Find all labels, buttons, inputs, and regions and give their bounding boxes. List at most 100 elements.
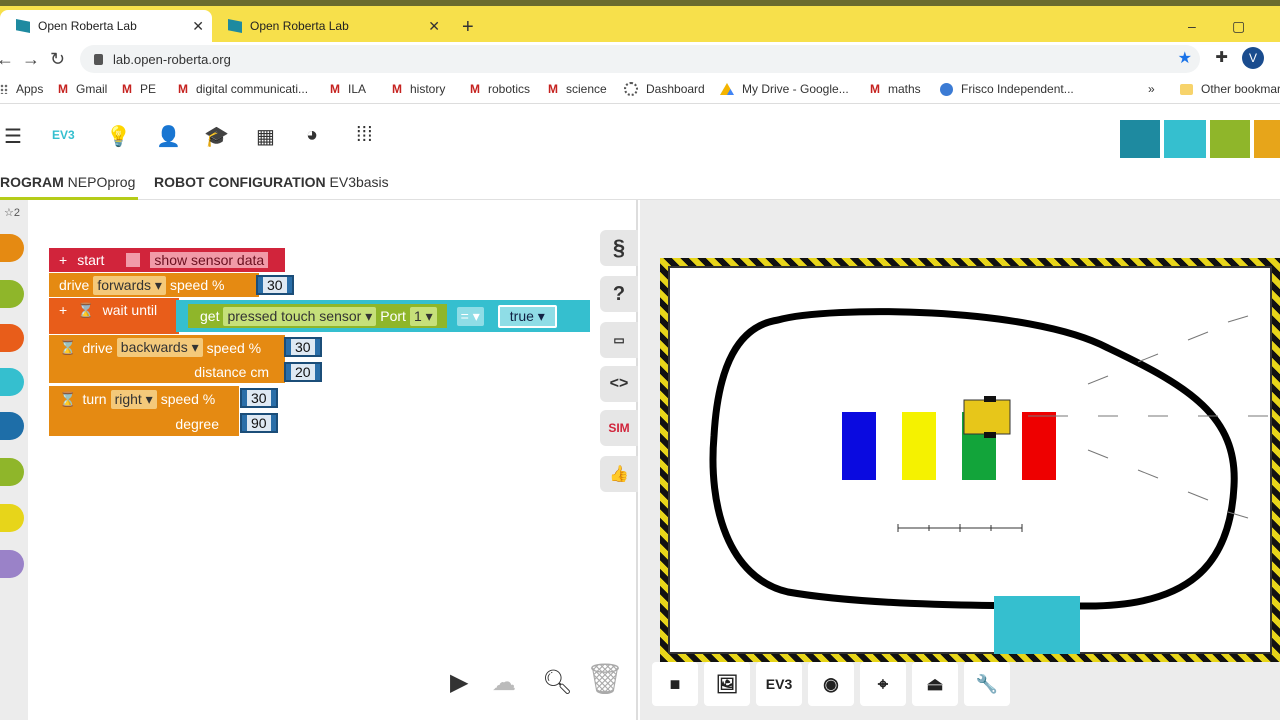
zoom-search-icon[interactable]: 🔍︎ <box>542 668 572 697</box>
plus-icon[interactable]: + <box>59 302 67 318</box>
drive-backwards-block[interactable]: ⌛ drive backwards ▾ speed % distance cm <box>49 335 285 383</box>
speed-value-input[interactable]: 30 <box>256 275 294 295</box>
toolbox-category-math[interactable] <box>0 412 24 440</box>
apps-dots-icon[interactable]: ⁞⁞⁞ <box>356 124 373 147</box>
upload-scene-icon[interactable]: ⏏ <box>912 662 958 706</box>
bookmark-history[interactable]: Mhistory <box>392 82 445 96</box>
reload-icon[interactable]: ↻ <box>50 49 65 70</box>
degree-value-input[interactable]: 90 <box>240 413 278 433</box>
language-globe-icon[interactable]: ◕ <box>306 124 318 147</box>
url-text: lab.open-roberta.org <box>113 51 231 67</box>
robot-ev3-button[interactable]: EV3 <box>756 662 802 706</box>
browser-tab-bar: Open Roberta Lab ✕ Open Roberta Lab ✕ + … <box>0 6 1280 42</box>
gmail-icon: M <box>330 82 340 96</box>
profile-avatar[interactable]: V <box>1242 47 1264 69</box>
tab-title: Open Roberta Lab <box>38 19 137 33</box>
plus-icon[interactable]: + <box>59 252 67 268</box>
distance-value-input[interactable]: 20 <box>284 362 322 382</box>
source-code-icon[interactable]: <> <box>600 366 638 402</box>
code-export-icon[interactable]: § <box>600 230 638 266</box>
grid-icon[interactable]: ▦ <box>256 124 275 149</box>
tab-program[interactable]: ROGRAM NEPOprog <box>0 174 135 190</box>
gallery-cap-icon[interactable]: 🎓 <box>204 124 229 149</box>
speed-value-input[interactable]: 30 <box>240 388 278 408</box>
close-tab-icon[interactable]: ✕ <box>192 18 204 35</box>
bookmark-pe[interactable]: M PE <box>122 82 156 96</box>
robot-wheel <box>984 432 996 438</box>
yellow-block <box>902 412 936 480</box>
background-image-icon[interactable]: 🖼 <box>704 662 750 706</box>
google-drive-icon <box>720 83 734 95</box>
bookmark-my-drive[interactable]: My Drive - Google... <box>720 82 849 96</box>
close-tab-icon[interactable]: ✕ <box>428 18 440 35</box>
gmail-icon: M <box>58 82 68 96</box>
bookmark-frisco[interactable]: Frisco Independent... <box>940 82 1074 96</box>
toolbox-category-sensors[interactable] <box>0 280 24 308</box>
bookmark-gmail[interactable]: M Gmail <box>58 82 107 96</box>
sensor-values-icon[interactable]: ◉ <box>808 662 854 706</box>
app-toolbar: ☰ EV3 💡 👤 🎓 ▦ ◕ ⁞⁞⁞ <box>0 108 1280 164</box>
bookmark-digital[interactable]: Mdigital communicati... <box>178 82 308 96</box>
robot-position-icon[interactable]: ⌖ <box>860 662 906 706</box>
new-tab-icon[interactable]: + <box>462 16 474 39</box>
feedback-icon[interactable]: 👍 <box>600 456 638 492</box>
toolbox-category-colours[interactable] <box>0 504 24 532</box>
legal-info-icon[interactable]: ▭ <box>600 322 638 358</box>
bookmark-apps[interactable]: Apps <box>0 82 43 96</box>
boolean-dropdown[interactable]: true ▾ <box>497 304 557 328</box>
bookmark-science[interactable]: Mscience <box>548 82 607 96</box>
gmail-icon: M <box>470 82 480 96</box>
wait-until-block[interactable]: + ⌛ wait until <box>49 298 179 334</box>
bookmarks-overflow[interactable]: » <box>1148 82 1155 96</box>
turn-block[interactable]: ⌛ turn right ▾ speed % degree <box>49 386 239 436</box>
operator-dropdown[interactable]: = ▾ <box>456 306 484 326</box>
maximize-icon[interactable]: ▢ <box>1232 18 1245 35</box>
start-block[interactable]: + start show sensor data <box>49 248 285 272</box>
program-menu-icon[interactable]: ☰ <box>4 124 22 149</box>
bookmark-dashboard[interactable]: Dashboard <box>624 82 705 96</box>
bookmark-robotics[interactable]: Mrobotics <box>470 82 530 96</box>
bookmark-star-icon[interactable]: ★ <box>1178 48 1192 68</box>
bookmark-maths[interactable]: Mmaths <box>870 82 921 96</box>
roberta-favicon-icon <box>16 19 30 33</box>
sensor-mode-dropdown[interactable]: pressed touch sensor ▾ <box>223 306 377 326</box>
help-bulb-icon[interactable]: 💡 <box>106 124 131 149</box>
parking-zone <box>994 596 1080 654</box>
toolbox-level-badge[interactable]: ☆2 <box>4 206 20 219</box>
help-icon[interactable]: ? <box>600 276 638 312</box>
bookmark-ila[interactable]: M ILA <box>330 82 366 96</box>
back-icon[interactable]: ← <box>0 49 14 70</box>
get-sensor-block[interactable]: get pressed touch sensor ▾ Port 1 ▾ <box>188 304 447 328</box>
browser-tab-1[interactable]: Open Roberta Lab ✕ <box>0 10 212 42</box>
minimize-icon[interactable]: – <box>1188 18 1196 34</box>
port-dropdown[interactable]: 1 ▾ <box>409 306 437 326</box>
sim-button[interactable]: SIM <box>600 410 638 446</box>
trash-icon[interactable]: 🗑 <box>586 662 624 697</box>
extensions-icon[interactable]: ✚ <box>1215 48 1228 66</box>
bookmark-other[interactable]: Other bookmarks <box>1180 82 1280 96</box>
save-cloud-icon[interactable]: ☁ <box>492 668 516 697</box>
drive-forwards-block[interactable]: drive forwards ▾ speed % <box>49 273 259 297</box>
debug-wrench-icon[interactable]: 🔧 <box>964 662 1010 706</box>
toolbox-category-text[interactable] <box>0 458 24 486</box>
speed-value-input[interactable]: 30 <box>284 337 322 357</box>
forward-icon[interactable]: → <box>22 49 40 70</box>
compare-block[interactable]: get pressed touch sensor ▾ Port 1 ▾ = ▾ … <box>176 300 590 332</box>
tab-robot-configuration[interactable]: ROBOT CONFIGURATION EV3basis <box>154 174 389 190</box>
turn-direction-dropdown[interactable]: right ▾ <box>110 389 157 409</box>
url-input[interactable]: lab.open-roberta.org <box>80 45 1200 73</box>
run-program-icon[interactable]: ▶ <box>450 668 468 697</box>
stop-icon[interactable]: ■ <box>652 662 698 706</box>
user-icon[interactable]: 👤 <box>156 124 181 149</box>
browser-tab-2[interactable]: Open Roberta Lab ✕ <box>212 10 448 42</box>
toolbox-category-logic[interactable] <box>0 368 24 396</box>
toolbox-category-action[interactable] <box>0 234 24 262</box>
show-sensor-checkbox[interactable] <box>126 253 141 267</box>
direction-dropdown[interactable]: forwards ▾ <box>93 275 166 295</box>
toolbox-category-variables[interactable] <box>0 550 24 578</box>
direction-dropdown[interactable]: backwards ▾ <box>116 338 203 358</box>
red-block <box>1022 412 1056 480</box>
robot-ev3-icon[interactable]: EV3 <box>52 128 75 142</box>
blockly-workspace[interactable]: ☆2 + start show sensor data drive forwar… <box>0 200 638 720</box>
toolbox-category-control[interactable] <box>0 324 24 352</box>
